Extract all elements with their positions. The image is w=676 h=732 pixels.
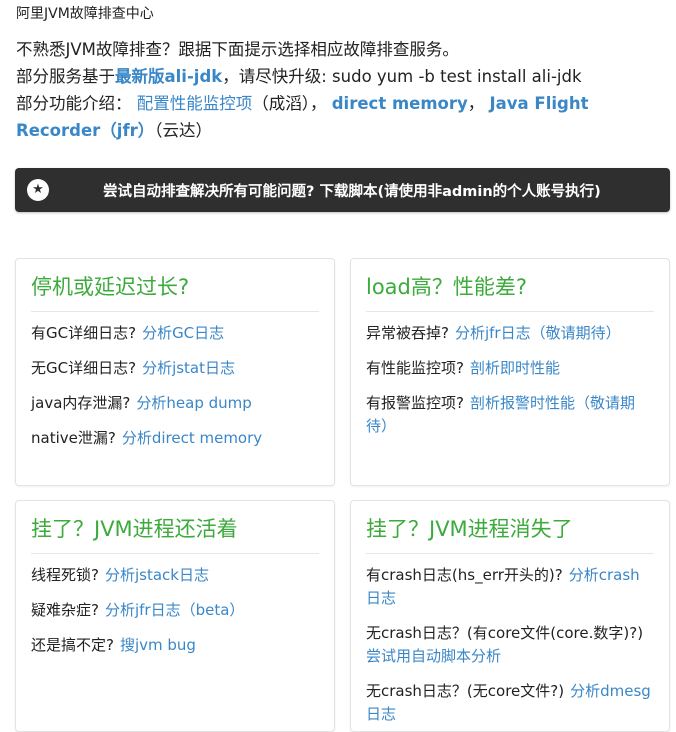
question-text: native泄漏? — [31, 429, 116, 447]
list-item: 线程死锁? 分析jstack日志 — [31, 564, 319, 587]
question-text: 线程死锁? — [31, 566, 99, 584]
analyze-gc-log-link[interactable]: 分析GC日志 — [142, 324, 224, 342]
question-text: 有性能监控项? — [366, 359, 464, 377]
list-item: native泄漏? 分析direct memory — [31, 427, 319, 450]
list-item: 无crash日志？(有core文件(core.数字)?) 尝试用自动脚本分析 — [366, 622, 654, 668]
banner-text[interactable]: 尝试自动排查解决所有可能问题? 下载脚本(请使用非admin的个人账号执行) — [103, 180, 601, 201]
perf-author-text: （成滔）， — [252, 94, 327, 113]
latest-ali-jdk-link[interactable]: 最新版ali-jdk — [115, 67, 222, 86]
question-text: 有crash日志(hs_err开头的)? — [366, 566, 563, 584]
intro-section: 不熟悉JVM故障排查？跟据下面提示选择相应故障排查服务。 部分服务基于最新版al… — [16, 36, 656, 144]
search-jvm-bug-link[interactable]: 搜jvm bug — [120, 636, 196, 654]
analyze-jfr-log-link[interactable]: 分析jfr日志（敬请期待） — [455, 324, 621, 342]
list-item: 无crash日志？(无core文件?) 分析dmesg日志 — [366, 680, 654, 726]
question-text: 无crash日志？(无core文件?) — [366, 682, 565, 700]
analyze-direct-memory-link[interactable]: 分析direct memory — [122, 429, 262, 447]
intro-line-3-prefix: 部分功能介绍： — [16, 94, 132, 113]
intro-line-1: 不熟悉JVM故障排查？跟据下面提示选择相应故障排查服务。 — [16, 40, 459, 59]
question-text: 无GC详细日志? — [31, 359, 137, 377]
card-title: 挂了？JVM进程还活着 — [31, 513, 319, 554]
page-title: 阿里JVM故障排查中心 — [16, 6, 154, 22]
jfr-author-text: （云达） — [154, 121, 213, 140]
intro-line-2: 部分服务基于最新版ali-jdk，请尽快升级: sudo yum -b test… — [16, 63, 656, 90]
question-text: 有GC详细日志? — [31, 324, 137, 342]
question-text: 有报警监控项? — [366, 394, 464, 412]
list-item: 有GC详细日志? 分析GC日志 — [31, 322, 319, 345]
list-item: 有报警监控项? 剖析报警时性能（敬请期待） — [366, 392, 654, 438]
list-item: java内存泄漏? 分析heap dump — [31, 392, 319, 415]
question-text: 还是搞不定? — [31, 636, 114, 654]
list-item: 无GC详细日志? 分析jstat日志 — [31, 357, 319, 380]
question-text: 无crash日志？(有core文件(core.数字)?) — [366, 624, 644, 642]
intro-line-2-prefix: 部分服务基于 — [16, 67, 115, 86]
perf-monitor-link[interactable]: 配置性能监控项 — [137, 94, 253, 113]
card-title: 挂了？JVM进程消失了 — [366, 513, 654, 554]
card-title: load高？性能差? — [366, 271, 654, 312]
intro-separator: ， — [467, 94, 485, 113]
analyze-jstack-log-link[interactable]: 分析jstack日志 — [105, 566, 209, 584]
list-item: 异常被吞掉? 分析jfr日志（敬请期待） — [366, 322, 654, 345]
question-text: 异常被吞掉? — [366, 324, 449, 342]
list-item: 还是搞不定? 搜jvm bug — [31, 634, 319, 657]
direct-memory-link[interactable]: direct memory — [332, 94, 468, 113]
jfr-link-part-1: Java Flight — [489, 94, 589, 113]
analyze-jfr-beta-link[interactable]: 分析jfr日志（beta） — [105, 601, 244, 619]
card-pause-latency: 停机或延迟过长? 有GC详细日志? 分析GC日志 无GC详细日志? 分析jstat日… — [15, 258, 335, 486]
star-icon: ★ — [27, 179, 49, 201]
auto-diagnose-banner[interactable]: ★ 尝试自动排查解决所有可能问题? 下载脚本(请使用非admin的个人账号执行) — [15, 168, 670, 212]
intro-line-2-suffix: ，请尽快升级: sudo yum -b test install ali-jdk — [222, 67, 582, 86]
card-load-performance: load高？性能差? 异常被吞掉? 分析jfr日志（敬请期待） 有性能监控项? 剖析… — [350, 258, 670, 486]
auto-script-analyze-link[interactable]: 尝试用自动脚本分析 — [366, 647, 501, 665]
profile-realtime-link[interactable]: 剖析即时性能 — [470, 359, 560, 377]
question-text: java内存泄漏? — [31, 394, 131, 412]
jfr-link-part-2: Recorder（jfr） — [16, 121, 155, 140]
card-title: 停机或延迟过长? — [31, 271, 319, 312]
analyze-heap-dump-link[interactable]: 分析heap dump — [136, 394, 251, 412]
card-hang-alive: 挂了？JVM进程还活着 线程死锁? 分析jstack日志 疑难杂症? 分析jfr日志… — [15, 500, 335, 732]
question-text: 疑难杂症? — [31, 601, 99, 619]
analyze-jstat-log-link[interactable]: 分析jstat日志 — [142, 359, 235, 377]
list-item: 疑难杂症? 分析jfr日志（beta） — [31, 599, 319, 622]
intro-line-3: 部分功能介绍： 配置性能监控项（成滔）， direct memory， Java… — [16, 90, 656, 144]
list-item: 有性能监控项? 剖析即时性能 — [366, 357, 654, 380]
list-item: 有crash日志(hs_err开头的)? 分析crash日志 — [366, 564, 654, 610]
card-process-gone: 挂了？JVM进程消失了 有crash日志(hs_err开头的)? 分析crash日… — [350, 500, 670, 732]
